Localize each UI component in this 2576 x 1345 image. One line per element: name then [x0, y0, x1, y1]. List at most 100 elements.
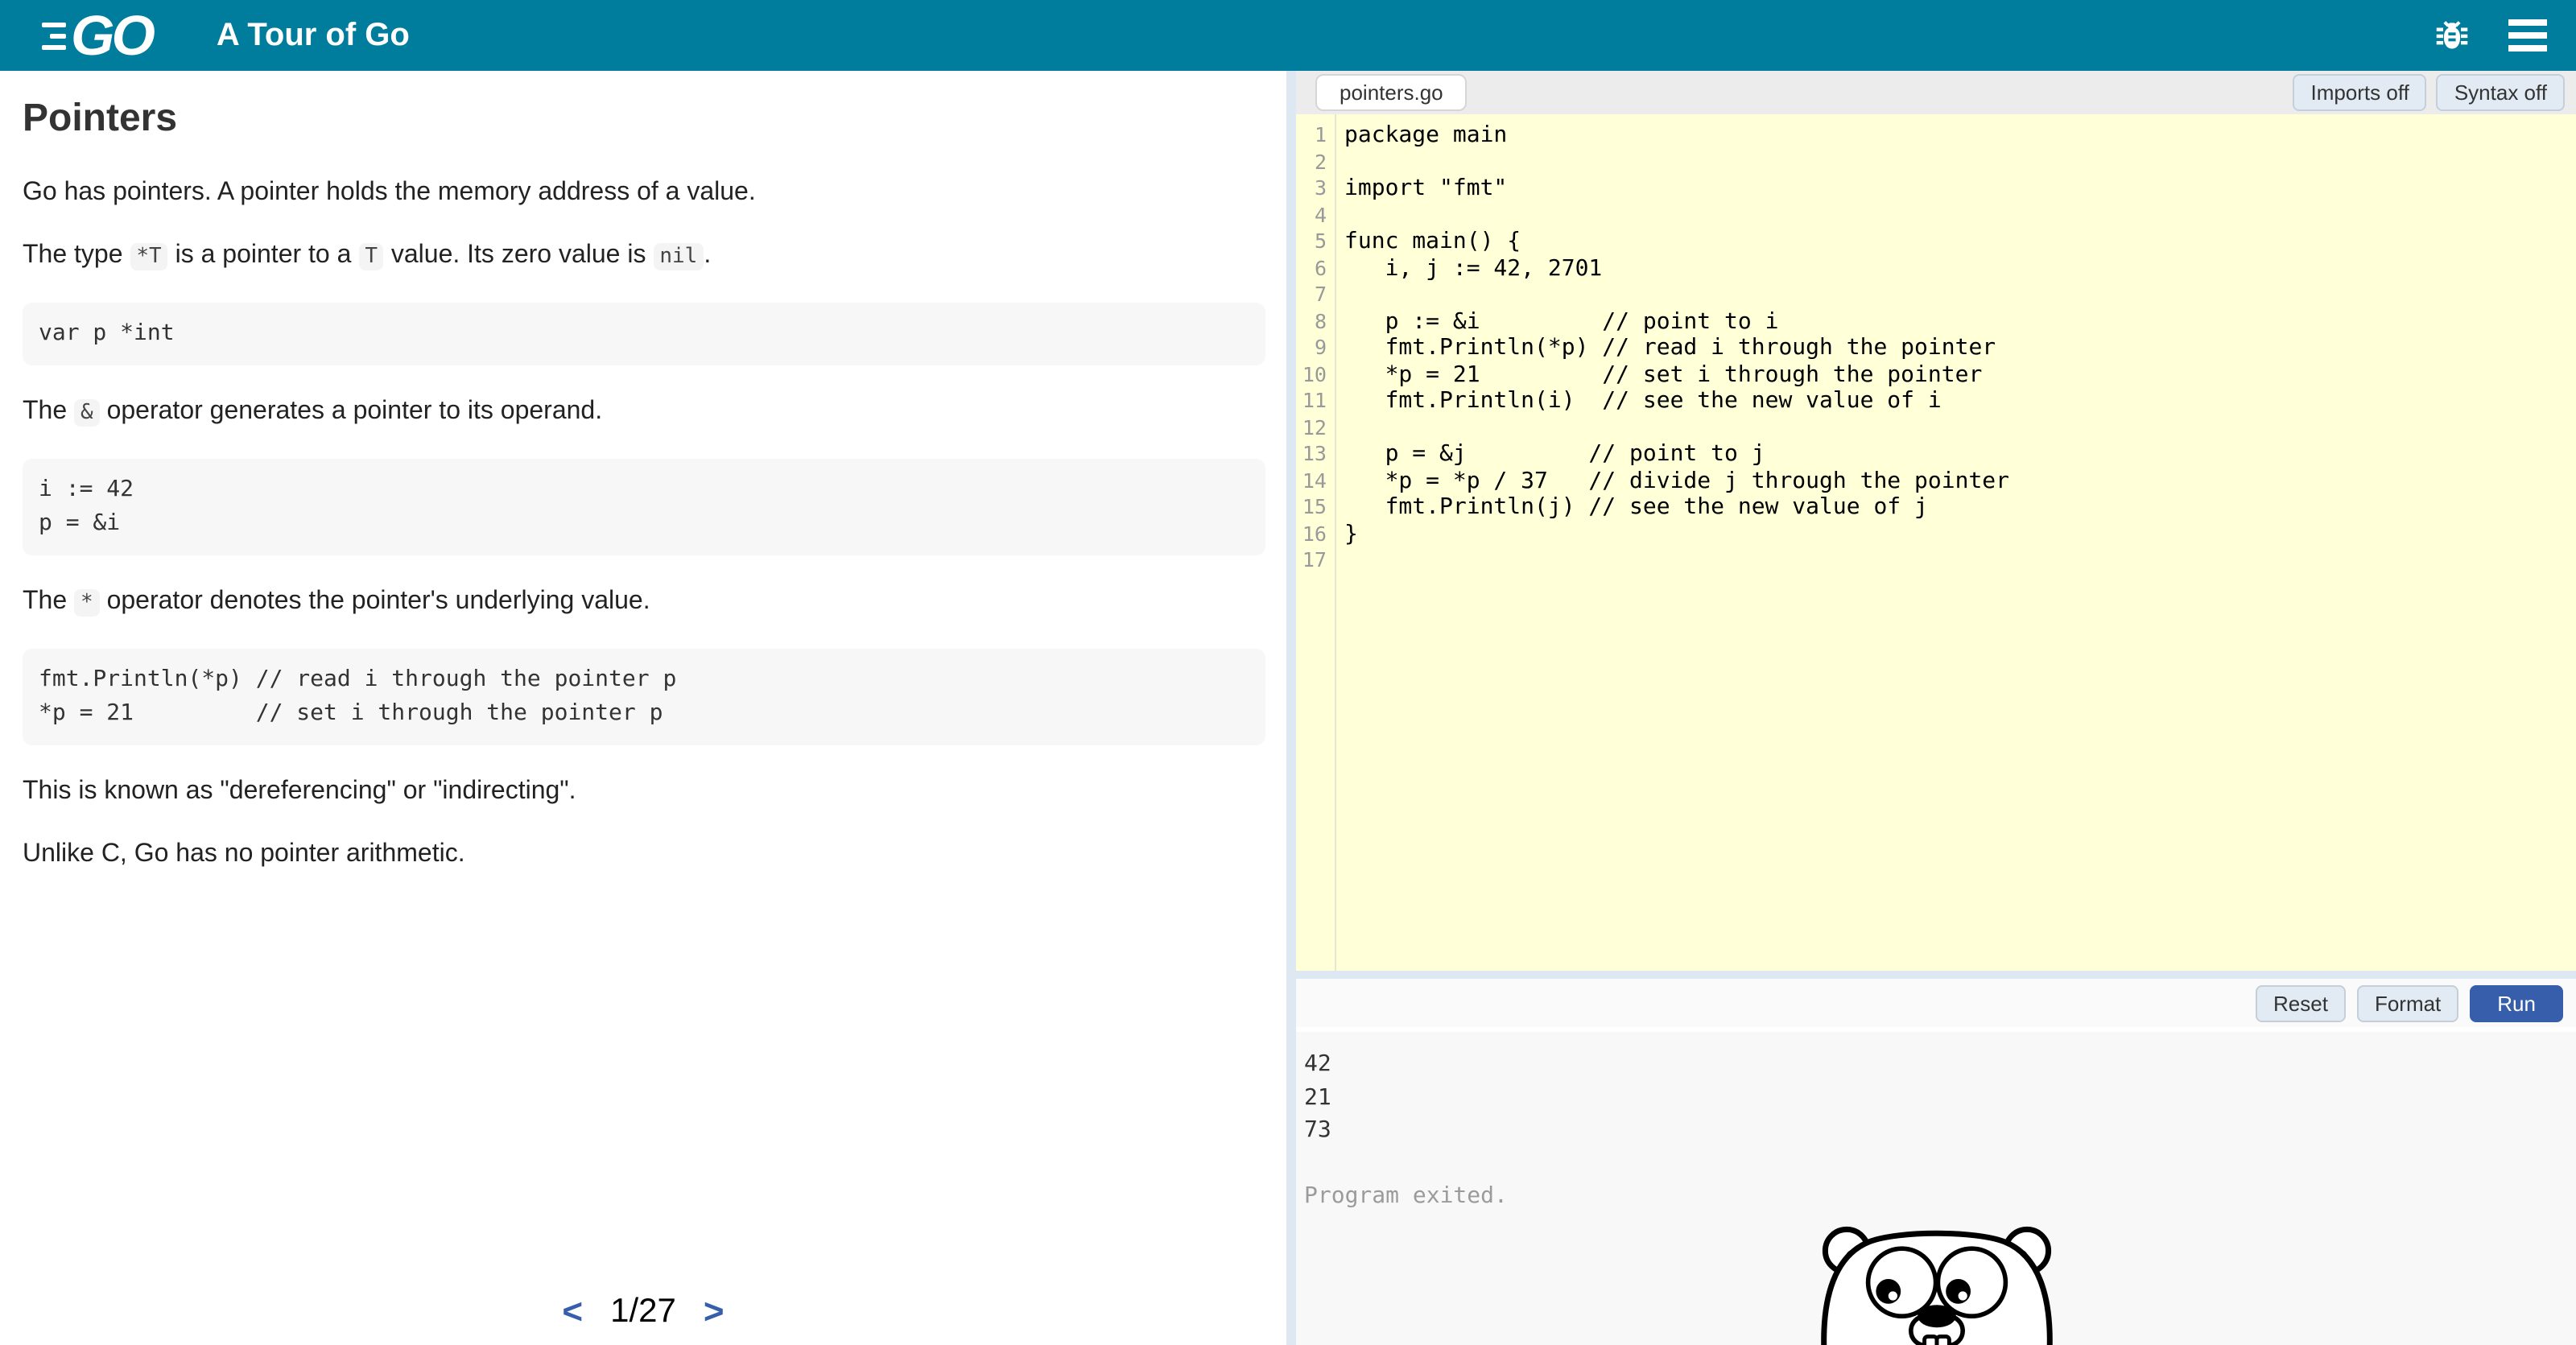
code-line: fmt.Println(i) // see the new value of i: [1335, 388, 1942, 415]
line-number: 3: [1296, 175, 1335, 202]
bug-icon[interactable]: [2434, 18, 2470, 53]
inline-code: *T: [130, 243, 167, 270]
run-toolbar: Reset Format Run: [1296, 979, 2576, 1032]
output-line: 21: [1304, 1081, 2576, 1114]
lesson-body: Go has pointers. A pointer holds the mem…: [23, 177, 1265, 871]
page-indicator: 1/27: [610, 1293, 676, 1331]
editor-line: 6 i, j := 42, 2701: [1296, 255, 2576, 282]
line-number: 8: [1296, 308, 1335, 335]
app-title: A Tour of Go: [217, 17, 410, 54]
lesson-paragraph: The * operator denotes the pointer's und…: [23, 586, 1265, 618]
text-segment: .: [704, 241, 711, 269]
editor-line: 14 *p = *p / 37 // divide j through the …: [1296, 468, 2576, 494]
lesson-paragraph: Go has pointers. A pointer holds the mem…: [23, 177, 1265, 209]
line-number: 16: [1296, 521, 1335, 547]
text-segment: The: [23, 588, 74, 615]
line-number: 12: [1296, 415, 1335, 441]
output-lines: 422173: [1304, 1048, 2576, 1147]
line-number: 9: [1296, 335, 1335, 361]
lesson-article: Pointers Go has pointers. A pointer hold…: [0, 71, 1286, 871]
prev-page-button[interactable]: <: [562, 1291, 583, 1333]
format-button[interactable]: Format: [2357, 984, 2458, 1021]
lesson-panel: Pointers Go has pointers. A pointer hold…: [0, 71, 1286, 1345]
text-segment: Go has pointers. A pointer holds the mem…: [23, 179, 756, 206]
lesson-paragraph: Unlike C, Go has no pointer arithmetic.: [23, 839, 1265, 871]
logo-text: GO: [71, 7, 152, 64]
code-line: package main: [1335, 122, 1507, 149]
code-line: *p = *p / 37 // divide j through the poi…: [1335, 468, 2009, 494]
logo-speed-lines: [42, 22, 66, 49]
code-snippet: fmt.Println(*p) // read i through the po…: [23, 649, 1265, 745]
editor-line: 10 *p = 21 // set i through the pointer: [1296, 361, 2576, 388]
reset-button[interactable]: Reset: [2256, 984, 2346, 1021]
line-number: 14: [1296, 468, 1335, 494]
line-number: 5: [1296, 229, 1335, 255]
inline-code: T: [358, 243, 384, 270]
lesson-paragraph: The & operator generates a pointer to it…: [23, 396, 1265, 428]
editor-line: 12: [1296, 415, 2576, 441]
editor-rows: 1package main23import "fmt"45func main()…: [1296, 122, 2576, 574]
editor-line: 9 fmt.Println(*p) // read i through the …: [1296, 335, 2576, 361]
line-number: 7: [1296, 282, 1335, 308]
line-number: 10: [1296, 361, 1335, 388]
line-number: 4: [1296, 202, 1335, 229]
editor-line: 15 fmt.Println(j) // see the new value o…: [1296, 494, 2576, 521]
go-logo[interactable]: GO: [42, 7, 152, 64]
syntax-toggle-button[interactable]: Syntax off: [2437, 74, 2565, 111]
lesson-title: Pointers: [23, 97, 1265, 142]
code-snippet: var p *int: [23, 303, 1265, 365]
editor-line: 11 fmt.Println(i) // see the new value o…: [1296, 388, 2576, 415]
line-number: 13: [1296, 441, 1335, 468]
text-segment: operator generates a pointer to its oper…: [100, 398, 602, 425]
text-segment: is a pointer to a: [168, 241, 359, 269]
code-line: p = &j // point to j: [1335, 441, 1765, 468]
lesson-paragraph: This is known as "dereferencing" or "ind…: [23, 776, 1265, 808]
line-number: 2: [1296, 149, 1335, 175]
text-segment: This is known as "dereferencing" or "ind…: [23, 778, 576, 805]
line-number: 11: [1296, 388, 1335, 415]
editor-output-splitter[interactable]: [1296, 971, 2576, 979]
gutter-separator: [1335, 114, 1336, 971]
run-button[interactable]: Run: [2470, 984, 2563, 1021]
code-line: *p = 21 // set i through the pointer: [1335, 361, 1982, 388]
text-segment: operator denotes the pointer's underlyin…: [100, 588, 650, 615]
main-content: Pointers Go has pointers. A pointer hold…: [0, 71, 2576, 1345]
program-status: Program exited.: [1304, 1180, 2576, 1213]
code-line: i, j := 42, 2701: [1335, 255, 1602, 282]
gopher-image: [1812, 1217, 2060, 1345]
imports-toggle-button[interactable]: Imports off: [2293, 74, 2426, 111]
line-number: 1: [1296, 122, 1335, 149]
text-segment: The type: [23, 241, 130, 269]
next-page-button[interactable]: >: [704, 1291, 724, 1333]
menu-icon[interactable]: [2508, 19, 2547, 52]
text-segment: value. Its zero value is: [384, 241, 653, 269]
code-line: p := &i // point to i: [1335, 308, 1778, 335]
editor-line: 4: [1296, 202, 2576, 229]
inline-code: nil: [653, 243, 704, 270]
pager: < 1/27 >: [0, 1291, 1286, 1333]
code-editor[interactable]: 1package main23import "fmt"45func main()…: [1296, 114, 2576, 971]
output-line: 42: [1304, 1048, 2576, 1081]
inline-code: *: [74, 589, 100, 617]
output-line: 73: [1304, 1114, 2576, 1147]
editor-panel: pointers.go Imports off Syntax off 1pack…: [1296, 71, 2576, 1345]
line-number: 15: [1296, 494, 1335, 521]
editor-line: 3import "fmt": [1296, 175, 2576, 202]
line-number: 17: [1296, 547, 1335, 574]
code-line: fmt.Println(j) // see the new value of j: [1335, 494, 1928, 521]
file-tab[interactable]: pointers.go: [1315, 74, 1468, 111]
lesson-paragraph: The type *T is a pointer to a T value. I…: [23, 240, 1265, 272]
page: GO A Tour of Go Pointers Go has pointers…: [0, 0, 2576, 1345]
editor-line: 5func main() {: [1296, 229, 2576, 255]
editor-line: 16}: [1296, 521, 2576, 547]
text-segment: Unlike C, Go has no pointer arithmetic.: [23, 840, 465, 868]
panel-splitter[interactable]: [1286, 71, 1296, 1345]
code-line: func main() {: [1335, 229, 1521, 255]
editor-line: 7: [1296, 282, 2576, 308]
inline-code: &: [74, 399, 100, 427]
editor-line: 2: [1296, 149, 2576, 175]
editor-tabbar: pointers.go Imports off Syntax off: [1296, 71, 2576, 114]
text-segment: The: [23, 398, 74, 425]
code-line: }: [1335, 521, 1358, 547]
editor-line: 17: [1296, 547, 2576, 574]
